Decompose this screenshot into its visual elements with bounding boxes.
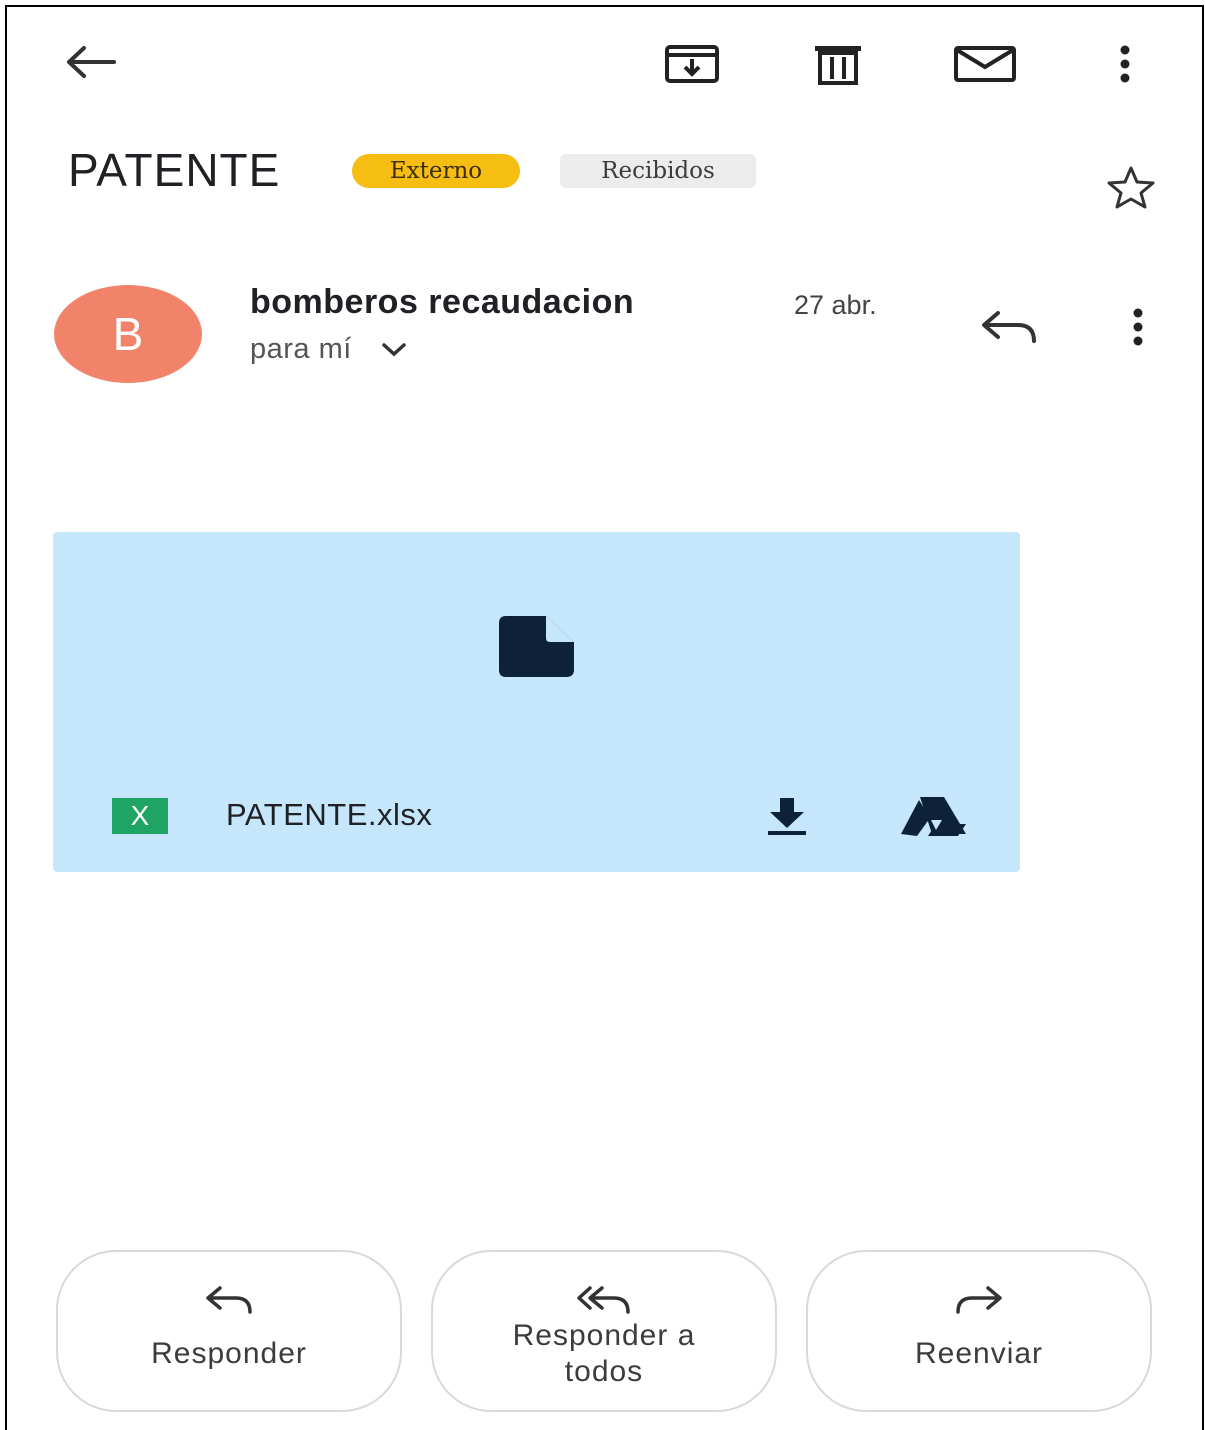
archive-button[interactable]: [660, 38, 724, 90]
label-chip-recibidos[interactable]: Recibidos: [560, 154, 756, 188]
reply-icon: [982, 311, 1036, 343]
more-vertical-icon: [1133, 308, 1143, 346]
star-outline-icon: [1107, 166, 1155, 209]
save-to-drive-button[interactable]: [896, 794, 970, 838]
attachment-card[interactable]: [53, 532, 1020, 872]
download-button[interactable]: [760, 794, 814, 838]
back-button[interactable]: [58, 38, 122, 86]
sender-avatar[interactable]: B: [54, 285, 202, 383]
more-options-button[interactable]: [1105, 38, 1145, 90]
delete-button[interactable]: [808, 38, 868, 90]
forward-action-button[interactable]: Reenviar: [806, 1250, 1152, 1412]
chevron-down-icon: [382, 343, 407, 357]
email-subject: PATENTE: [68, 144, 281, 196]
reply-action-button[interactable]: Responder: [56, 1250, 402, 1412]
download-icon: [768, 798, 806, 835]
attachment-filename: PATENTE.xlsx: [226, 797, 433, 832]
archive-icon: [665, 45, 719, 83]
arrow-left-icon: [67, 46, 116, 78]
reply-all-action-button[interactable]: Responder a todos: [431, 1250, 777, 1412]
recipient-details[interactable]: para mí: [250, 333, 408, 366]
reply-icon: [206, 1286, 252, 1314]
more-vertical-icon: [1120, 45, 1130, 83]
forward-action-label: Reenviar: [914, 1337, 1044, 1370]
excel-file-icon: X: [112, 798, 168, 834]
reply-all-action-label-line2: todos: [564, 1355, 644, 1388]
forward-icon: [956, 1286, 1002, 1314]
label-chip-externo[interactable]: Externo: [352, 154, 520, 188]
message-date: 27 abr.: [794, 290, 877, 320]
reply-action-label: Responder: [151, 1337, 307, 1370]
reply-all-action-label-line1: Responder a: [512, 1319, 696, 1352]
reply-button[interactable]: [976, 304, 1042, 350]
recipient-label: para mí: [250, 333, 352, 365]
star-button[interactable]: [1098, 162, 1164, 212]
message-more-button[interactable]: [1118, 304, 1158, 350]
mark-unread-button[interactable]: [950, 38, 1020, 90]
reply-all-icon: [577, 1286, 630, 1314]
file-icon: [498, 616, 576, 678]
trash-icon: [815, 46, 861, 85]
google-drive-icon: [901, 797, 966, 836]
sender-name: bomberos recaudacion: [250, 283, 635, 321]
envelope-icon: [954, 46, 1016, 82]
